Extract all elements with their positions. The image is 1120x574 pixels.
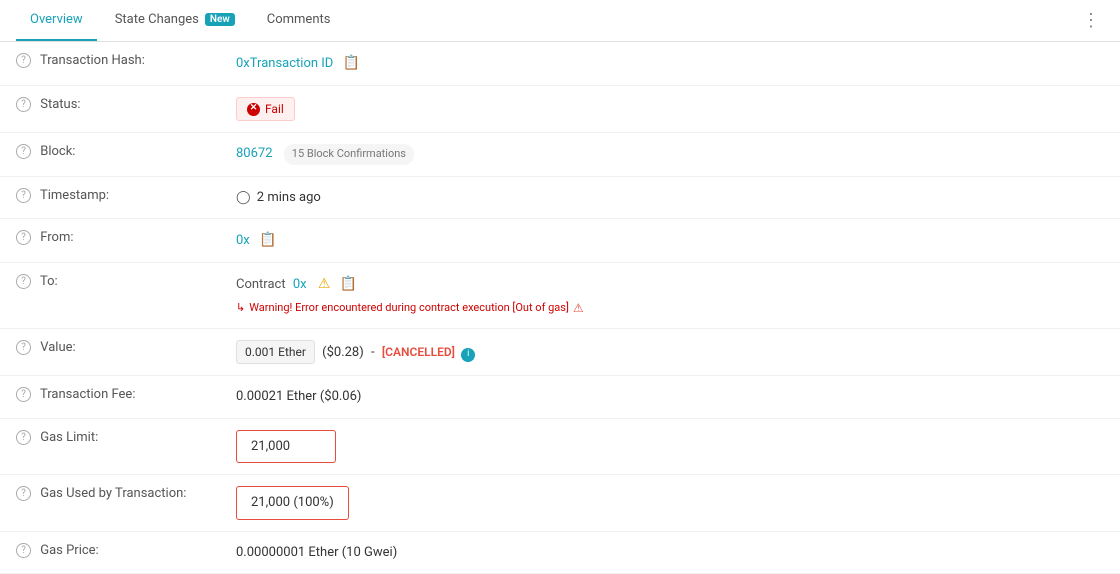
contract-warning: ↳ Warning! Error encountered during cont… <box>236 299 1104 317</box>
value-gas-used: 21,000 (100%) <box>220 475 1120 532</box>
tab-state-changes[interactable]: State Changes New <box>101 0 249 41</box>
tab-comments[interactable]: Comments <box>253 0 345 41</box>
value-block: 80672 15 Block Confirmations <box>220 133 1120 177</box>
label-transaction-fee: ? Transaction Fee: <box>0 376 220 419</box>
tx-hash-value[interactable]: 0xTransaction ID <box>236 56 333 71</box>
row-gas-limit: ? Gas Limit: 21,000 <box>0 418 1120 475</box>
new-badge: New <box>205 13 235 26</box>
value-gas-limit: 21,000 <box>220 418 1120 475</box>
tab-bar: Overview State Changes New Comments ⋮ <box>0 0 1120 42</box>
to-contract-address[interactable]: 0x <box>293 277 307 292</box>
label-status: ? Status: <box>0 86 220 133</box>
value-value: 0.001 Ether ($0.28) - [CANCELLED] i <box>220 329 1120 376</box>
help-icon-gaslimit[interactable]: ? <box>16 430 31 445</box>
value-gas-price: 0.00000001 Ether (10 Gwei) <box>220 531 1120 574</box>
value-transaction-fee: 0.00021 Ether ($0.06) <box>220 376 1120 419</box>
value-from: 0x 📋 <box>220 219 1120 263</box>
usd-amount: ($0.28) <box>322 345 364 360</box>
value-status: ✕ Fail <box>220 86 1120 133</box>
cancelled-label: [CANCELLED] <box>382 345 455 359</box>
tab-overview[interactable]: Overview <box>16 0 97 41</box>
label-transaction-hash: ? Transaction Hash: <box>0 42 220 86</box>
row-timestamp: ? Timestamp: ◯ 2 mins ago <box>0 176 1120 219</box>
tab-state-changes-label: State Changes <box>115 12 199 27</box>
help-icon-from[interactable]: ? <box>16 230 31 245</box>
row-to: ? To: Contract 0x ⚠ 📋 ↳ Warning! Error e… <box>0 263 1120 329</box>
value-timestamp: ◯ 2 mins ago <box>220 176 1120 219</box>
label-gas-price: ? Gas Price: <box>0 531 220 574</box>
help-icon-gasprice[interactable]: ? <box>16 543 31 558</box>
label-gas-used: ? Gas Used by Transaction: <box>0 475 220 532</box>
label-value: ? Value: <box>0 329 220 376</box>
warning-arrow: ↳ <box>236 300 245 317</box>
warning-triangle-icon: ⚠ <box>318 276 331 292</box>
label-gas-limit: ? Gas Limit: <box>0 418 220 475</box>
help-icon-txhash[interactable]: ? <box>16 53 31 68</box>
help-icon-to[interactable]: ? <box>16 274 31 289</box>
row-transaction-fee: ? Transaction Fee: 0.00021 Ether ($0.06) <box>0 376 1120 419</box>
warning-circle-icon: ⚠ <box>573 299 584 317</box>
row-block: ? Block: 80672 15 Block Confirmations <box>0 133 1120 177</box>
copy-from-icon[interactable]: 📋 <box>259 230 276 251</box>
gas-used-box: 21,000 (100%) <box>236 486 349 520</box>
gas-limit-box: 21,000 <box>236 430 336 464</box>
ether-amount: 0.001 Ether <box>236 340 315 364</box>
fail-circle-icon: ✕ <box>247 103 260 116</box>
help-icon-status[interactable]: ? <box>16 97 31 112</box>
block-confirmations: 15 Block Confirmations <box>284 144 414 165</box>
help-icon-block[interactable]: ? <box>16 144 31 159</box>
value-transaction-hash: 0xTransaction ID 📋 <box>220 42 1120 86</box>
to-address-row: Contract 0x ⚠ 📋 <box>236 274 1104 295</box>
clock-icon: ◯ <box>236 190 251 205</box>
row-gas-used: ? Gas Used by Transaction: 21,000 (100%) <box>0 475 1120 532</box>
value-info-icon[interactable]: i <box>461 348 475 362</box>
label-timestamp: ? Timestamp: <box>0 176 220 219</box>
status-badge: ✕ Fail <box>236 97 295 121</box>
row-value: ? Value: 0.001 Ether ($0.28) - [CANCELLE… <box>0 329 1120 376</box>
label-to: ? To: <box>0 263 220 329</box>
copy-to-icon[interactable]: 📋 <box>340 274 357 295</box>
help-icon-txfee[interactable]: ? <box>16 387 31 402</box>
help-icon-gasused[interactable]: ? <box>16 486 31 501</box>
label-from: ? From: <box>0 219 220 263</box>
tab-overview-label: Overview <box>30 12 83 27</box>
help-icon-timestamp[interactable]: ? <box>16 188 31 203</box>
help-icon-value[interactable]: ? <box>16 340 31 355</box>
transaction-detail-table: ? Transaction Hash: 0xTransaction ID 📋 ?… <box>0 42 1120 574</box>
more-options-icon[interactable]: ⋮ <box>1078 6 1104 35</box>
row-transaction-hash: ? Transaction Hash: 0xTransaction ID 📋 <box>0 42 1120 86</box>
tab-comments-label: Comments <box>267 12 331 27</box>
row-gas-price: ? Gas Price: 0.00000001 Ether (10 Gwei) <box>0 531 1120 574</box>
contract-text: Contract <box>236 277 286 292</box>
from-address[interactable]: 0x <box>236 233 250 248</box>
label-block: ? Block: <box>0 133 220 177</box>
row-status: ? Status: ✕ Fail <box>0 86 1120 133</box>
copy-txhash-icon[interactable]: 📋 <box>343 53 360 74</box>
value-to: Contract 0x ⚠ 📋 ↳ Warning! Error encount… <box>220 263 1120 329</box>
row-from: ? From: 0x 📋 <box>0 219 1120 263</box>
status-label: Fail <box>265 100 284 118</box>
block-number[interactable]: 80672 <box>236 146 273 161</box>
